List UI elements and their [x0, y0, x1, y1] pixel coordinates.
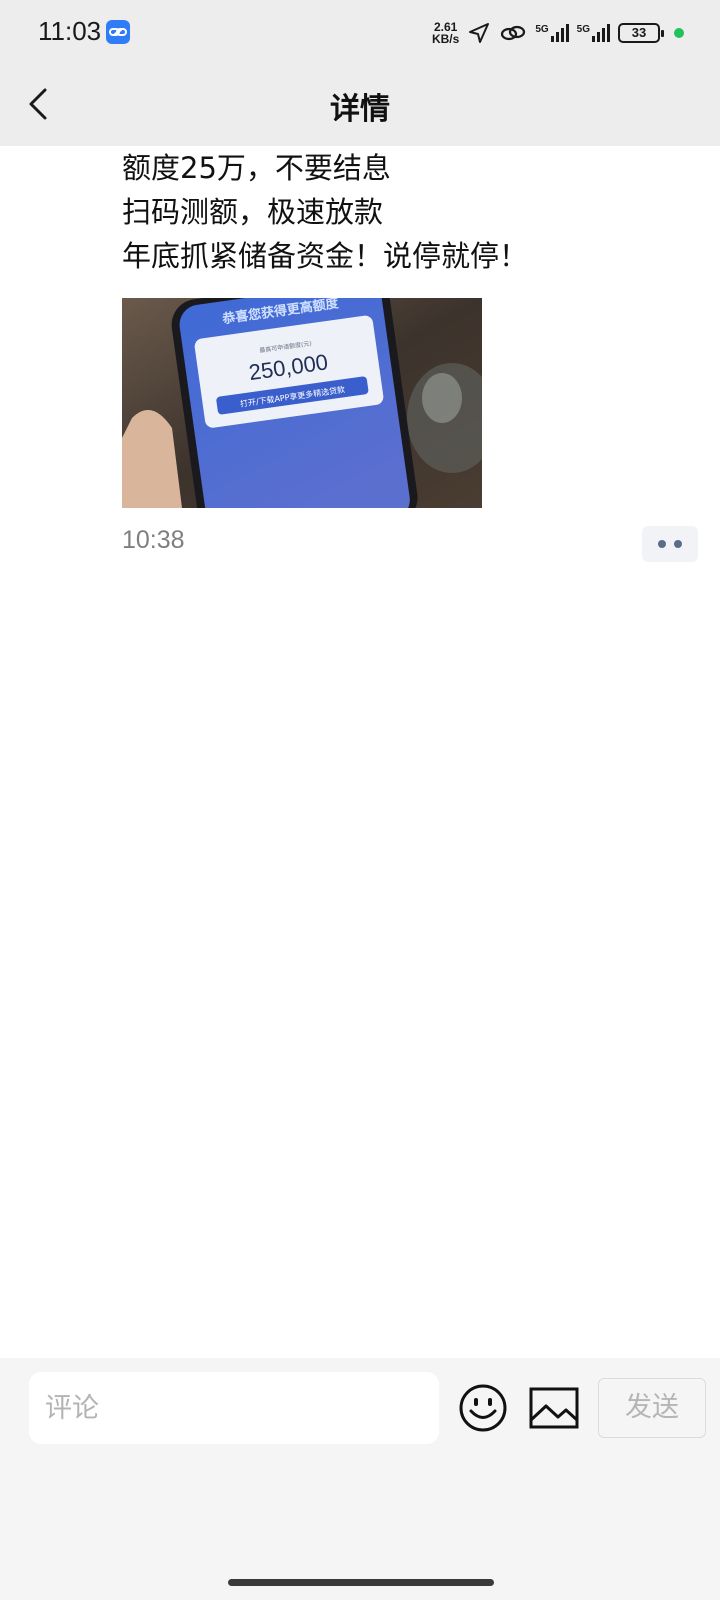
hotspot-link-icon [501, 25, 526, 41]
post-time: 10:38 [122, 526, 185, 554]
privacy-indicator-dot [674, 28, 684, 38]
sim1-label: 5G [535, 24, 549, 35]
post-text-line: 额度25万，不要结息 [122, 151, 391, 185]
image-button[interactable] [528, 1384, 580, 1432]
emoji-button[interactable] [457, 1382, 509, 1434]
post-text-line: 年底抓紧储备资金！说停就停！ [122, 239, 529, 273]
home-indicator[interactable] [228, 1579, 494, 1586]
status-bar: 11:03 2.61 KB/s 5G 5G 33 [0, 0, 720, 64]
link-icon [106, 20, 130, 44]
battery-icon: 33 [618, 23, 664, 43]
more-options-button[interactable] [642, 526, 698, 562]
more-dots-icon [658, 540, 666, 548]
location-arrow-icon [469, 23, 490, 43]
nav-bar: 详情 [0, 64, 720, 146]
post-image[interactable]: 恭喜您获得更高额度 最高可申请额度(元) 250,000 打开/下载APP享更多… [122, 298, 482, 508]
comment-input[interactable] [29, 1372, 439, 1444]
signal-icon: 5G [577, 24, 610, 42]
page-title: 详情 [330, 92, 390, 127]
net-speed: 2.61 KB/s [432, 21, 459, 45]
post-content: 额度25万，不要结息 扫码测额，极速放款 年底抓紧储备资金！说停就停！ 恭喜您获… [122, 146, 702, 508]
status-time: 11:03 [38, 16, 102, 46]
send-button[interactable]: 发送 [598, 1378, 706, 1438]
more-dots-icon [674, 540, 682, 548]
signal-icon: 5G [535, 24, 569, 42]
comment-bar: 发送 [0, 1358, 720, 1600]
image-icon [529, 1387, 579, 1429]
sim2-label: 5G [576, 24, 590, 35]
status-icons: 2.61 KB/s 5G 5G 33 [432, 18, 684, 48]
emoji-icon [459, 1384, 507, 1432]
net-speed-unit: KB/s [431, 32, 460, 46]
post-text-line: 扫码测额，极速放款 [122, 195, 384, 229]
post-text: 额度25万，不要结息 扫码测额，极速放款 年底抓紧储备资金！说停就停！ [122, 146, 702, 278]
